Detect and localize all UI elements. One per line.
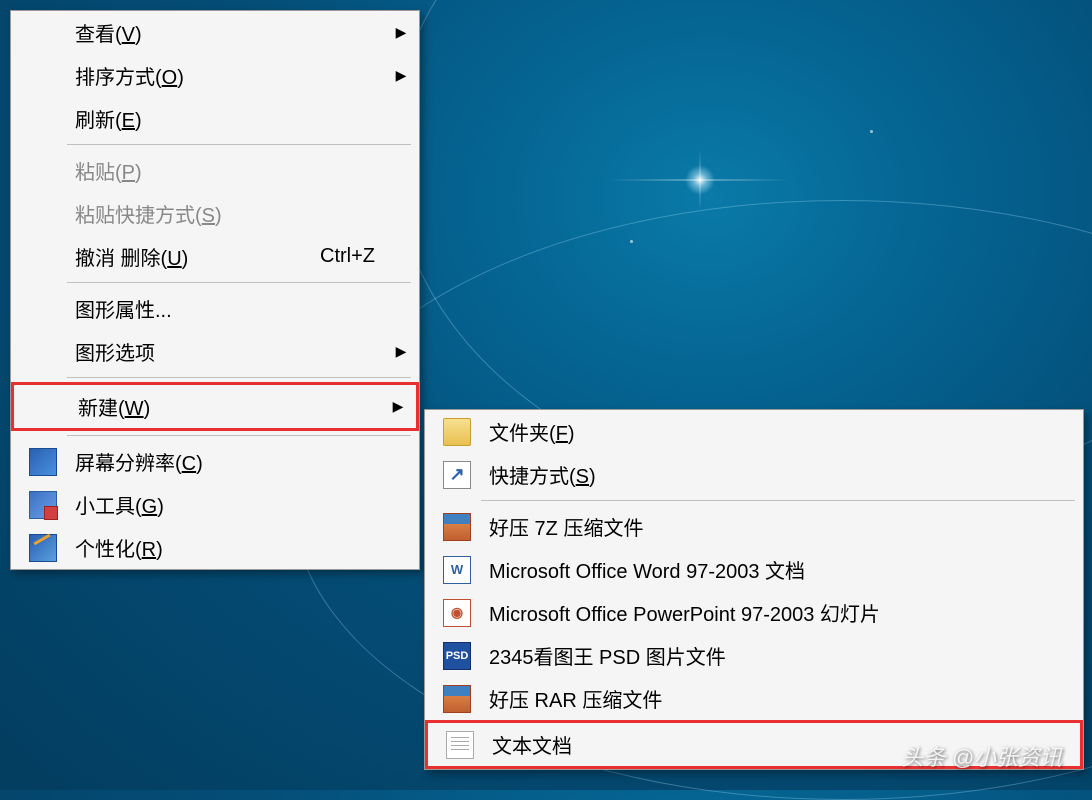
menu-item-gadgets[interactable]: 小工具(G) <box>11 483 419 526</box>
menu-shortcut: Ctrl+Z <box>320 245 391 268</box>
screen-icon <box>29 448 57 476</box>
menu-label: 排序方式(O) <box>67 61 391 90</box>
menu-label: 好压 RAR 压缩文件 <box>481 684 1075 713</box>
psd-icon: PSD <box>443 642 471 670</box>
menu-label: 粘贴快捷方式(S) <box>67 199 391 228</box>
submenu-item-powerpoint[interactable]: ◉ Microsoft Office PowerPoint 97-2003 幻灯… <box>425 591 1083 634</box>
gadget-icon <box>29 491 57 519</box>
shortcut-icon: ↗ <box>443 461 471 489</box>
menu-label: 撤消 删除(U) <box>67 242 320 271</box>
submenu-arrow-icon: ▶ <box>391 343 411 360</box>
menu-label: 图形选项 <box>67 337 391 366</box>
powerpoint-icon: ◉ <box>443 599 471 627</box>
menu-separator <box>67 282 411 283</box>
archive-icon <box>443 685 471 713</box>
menu-label: 2345看图王 PSD 图片文件 <box>481 641 1075 670</box>
bg-dot <box>630 240 633 243</box>
archive-icon <box>443 513 471 541</box>
menu-label: 好压 7Z 压缩文件 <box>481 512 1075 541</box>
submenu-arrow-icon: ▶ <box>391 67 411 84</box>
submenu-item-7z[interactable]: 好压 7Z 压缩文件 <box>425 505 1083 548</box>
menu-item-paste: 粘贴(P) <box>11 149 419 192</box>
watermark: 头条 @小张资讯 <box>902 740 1062 772</box>
submenu-item-psd[interactable]: PSD 2345看图王 PSD 图片文件 <box>425 634 1083 677</box>
bg-lens-flare <box>685 165 715 195</box>
submenu-arrow-icon: ▶ <box>388 398 408 415</box>
bg-dot <box>870 130 873 133</box>
submenu-arrow-icon: ▶ <box>391 24 411 41</box>
submenu-item-rar[interactable]: 好压 RAR 压缩文件 <box>425 677 1083 720</box>
menu-separator <box>67 144 411 145</box>
folder-icon <box>443 418 471 446</box>
menu-label: 小工具(G) <box>67 490 391 519</box>
menu-item-refresh[interactable]: 刷新(E) <box>11 97 419 140</box>
menu-item-paste-shortcut: 粘贴快捷方式(S) <box>11 192 419 235</box>
menu-label: 屏幕分辨率(C) <box>67 447 391 476</box>
new-submenu: 文件夹(F) ↗ 快捷方式(S) 好压 7Z 压缩文件 W Microsoft … <box>424 409 1084 770</box>
submenu-item-folder[interactable]: 文件夹(F) <box>425 410 1083 453</box>
menu-item-personalize[interactable]: 个性化(R) <box>11 526 419 569</box>
menu-label: 图形属性... <box>67 294 391 323</box>
submenu-item-word[interactable]: W Microsoft Office Word 97-2003 文档 <box>425 548 1083 591</box>
menu-label: Microsoft Office Word 97-2003 文档 <box>481 555 1075 584</box>
menu-item-graphics-properties[interactable]: 图形属性... <box>11 287 419 330</box>
menu-separator <box>481 500 1075 501</box>
menu-item-sort[interactable]: 排序方式(O) ▶ <box>11 54 419 97</box>
menu-item-graphics-options[interactable]: 图形选项 ▶ <box>11 330 419 373</box>
desktop-context-menu: 查看(V) ▶ 排序方式(O) ▶ 刷新(E) 粘贴(P) 粘贴快捷方式(S) … <box>10 10 420 570</box>
menu-item-undo-delete[interactable]: 撤消 删除(U) Ctrl+Z <box>11 235 419 278</box>
menu-separator <box>67 435 411 436</box>
submenu-item-shortcut[interactable]: ↗ 快捷方式(S) <box>425 453 1083 496</box>
menu-item-screen-resolution[interactable]: 屏幕分辨率(C) <box>11 440 419 483</box>
menu-separator <box>67 377 411 378</box>
menu-item-view[interactable]: 查看(V) ▶ <box>11 11 419 54</box>
menu-label: 文件夹(F) <box>481 417 1075 446</box>
word-icon: W <box>443 556 471 584</box>
menu-label: Microsoft Office PowerPoint 97-2003 幻灯片 <box>481 598 1075 627</box>
menu-label: 刷新(E) <box>67 104 391 133</box>
menu-label: 新建(W) <box>70 392 388 421</box>
menu-item-new[interactable]: 新建(W) ▶ <box>11 382 419 431</box>
menu-label: 粘贴(P) <box>67 156 391 185</box>
menu-label: 个性化(R) <box>67 533 391 562</box>
personalize-icon <box>29 534 57 562</box>
menu-label: 快捷方式(S) <box>481 460 1075 489</box>
text-file-icon <box>446 731 474 759</box>
menu-label: 查看(V) <box>67 18 391 47</box>
